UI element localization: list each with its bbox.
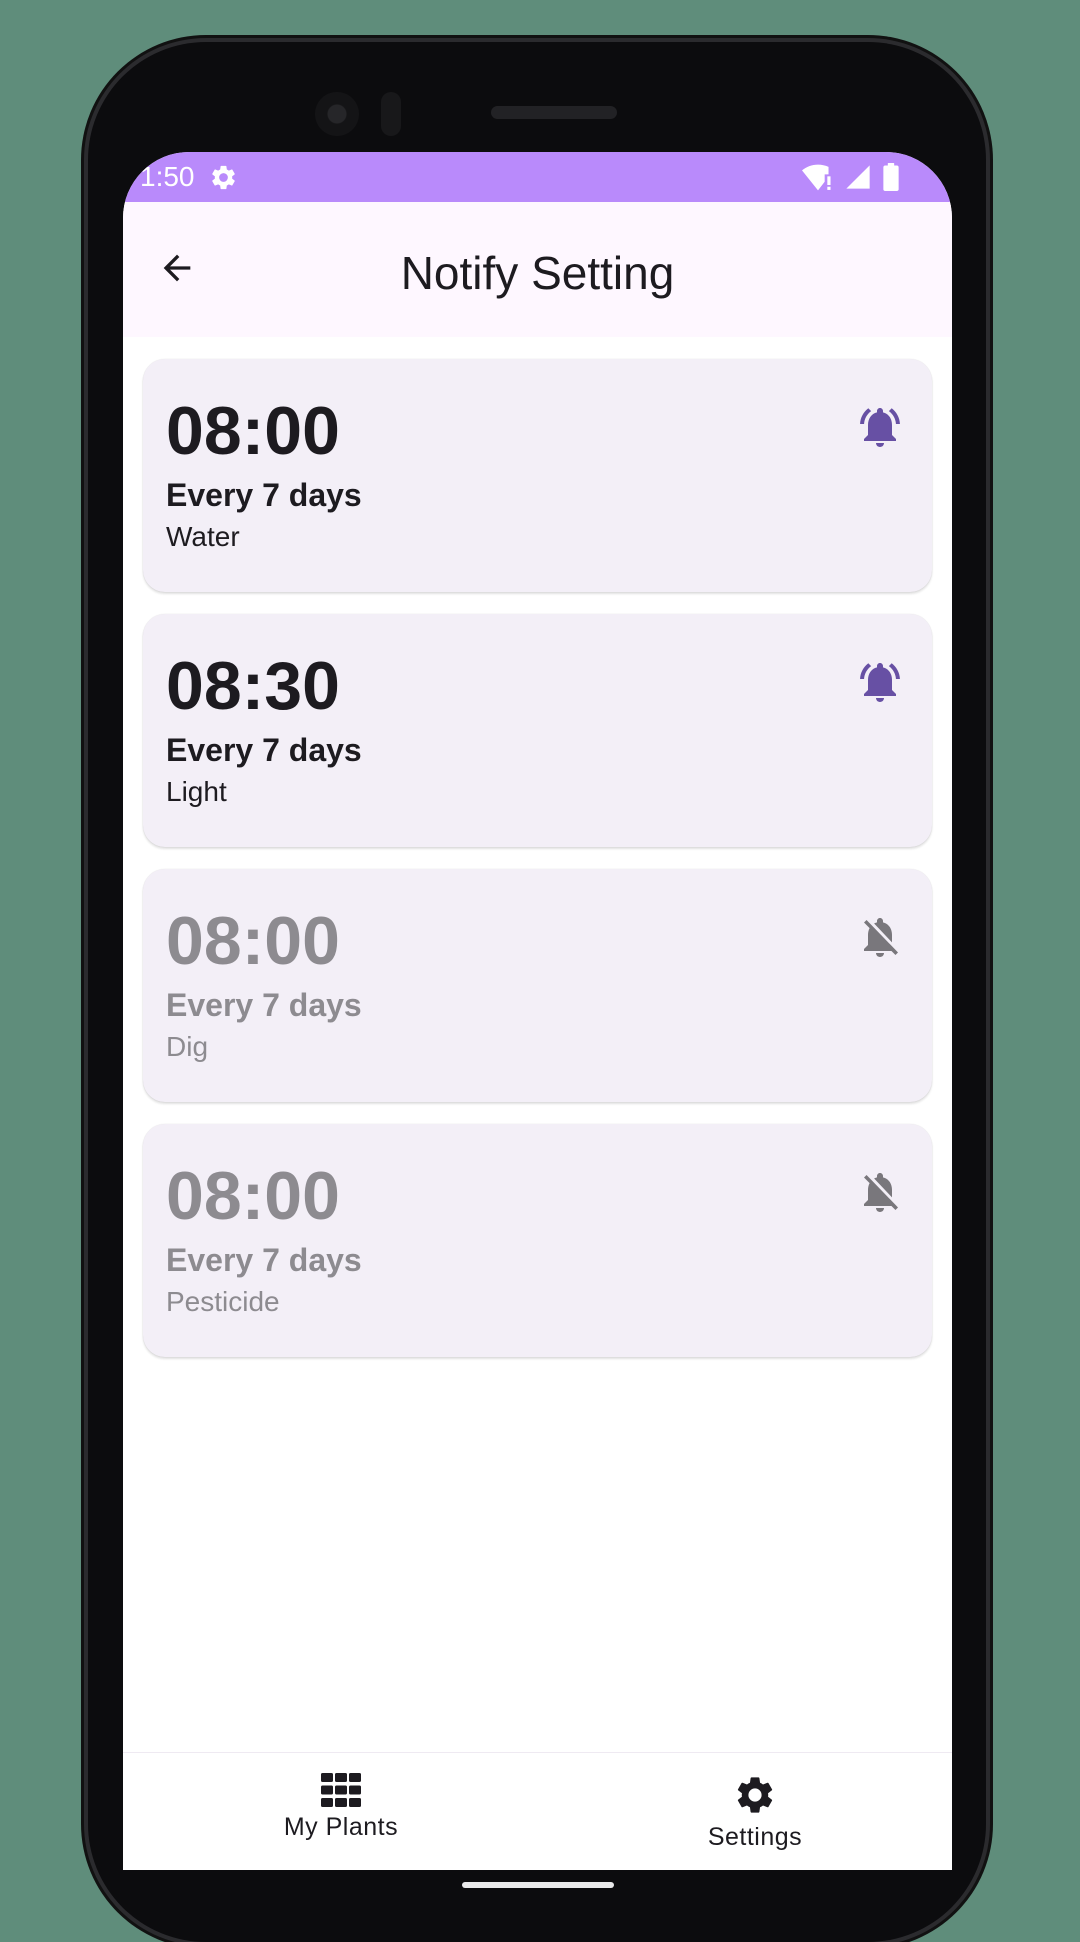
proximity-sensor xyxy=(381,92,401,136)
bell-off-icon xyxy=(864,918,898,957)
alarm-time: 08:00 xyxy=(166,1158,340,1234)
status-bar: 1:50 xyxy=(123,152,952,202)
alarm-card[interactable]: 08:00 Every 7 days Dig xyxy=(143,869,932,1102)
gesture-handle[interactable] xyxy=(462,1882,614,1888)
grid-icon xyxy=(321,1773,361,1807)
nav-item-my-plants[interactable]: My Plants xyxy=(231,1773,451,1842)
alarm-card[interactable]: 08:30 Every 7 days Light xyxy=(143,614,932,847)
gear-icon xyxy=(737,1777,773,1813)
screen: 1:50 Notify Setting 08:00 Every 7 days W… xyxy=(123,152,952,1870)
bottom-navigation: My Plants Settings xyxy=(123,1752,952,1870)
earpiece-speaker xyxy=(491,106,617,119)
alarm-frequency: Every 7 days xyxy=(166,987,362,1023)
alarm-frequency: Every 7 days xyxy=(166,1242,362,1278)
alarm-time: 08:00 xyxy=(166,903,340,979)
nav-label: My Plants xyxy=(283,1813,399,1841)
alarm-card[interactable]: 08:00 Every 7 days Pesticide xyxy=(143,1124,932,1357)
alarm-task: Light xyxy=(166,776,227,807)
alarm-time: 08:30 xyxy=(166,648,340,724)
alarm-toggle-button[interactable] xyxy=(850,397,910,457)
alarm-card[interactable]: 08:00 Every 7 days Water xyxy=(143,359,932,592)
status-icons xyxy=(802,163,900,196)
front-camera xyxy=(315,92,359,136)
alarm-frequency: Every 7 days xyxy=(166,477,362,513)
page-title: Notify Setting xyxy=(400,247,675,299)
nav-label: Settings xyxy=(707,1823,803,1851)
bell-ringing-icon xyxy=(860,663,900,702)
gear-icon xyxy=(209,163,238,192)
nav-item-settings[interactable]: Settings xyxy=(645,1773,865,1852)
bell-off-icon xyxy=(864,1173,898,1212)
alarm-task: Dig xyxy=(166,1031,209,1062)
battery-icon xyxy=(882,163,900,196)
wifi-icon xyxy=(802,163,834,196)
bell-ringing-icon xyxy=(860,408,900,447)
alarm-frequency: Every 7 days xyxy=(166,732,362,768)
status-time: 1:50 xyxy=(140,161,195,192)
alarm-toggle-button[interactable] xyxy=(850,652,910,712)
alarm-list: 08:00 Every 7 days Water 08:30 Every 7 d… xyxy=(143,359,932,1379)
top-app-bar: Notify Setting xyxy=(123,202,952,337)
signal-icon xyxy=(844,163,872,196)
alarm-time: 08:00 xyxy=(166,393,340,469)
alarm-task: Water xyxy=(166,521,240,552)
alarm-task: Pesticide xyxy=(166,1286,280,1317)
alarm-toggle-button[interactable] xyxy=(850,907,910,967)
alarm-toggle-button[interactable] xyxy=(850,1162,910,1222)
